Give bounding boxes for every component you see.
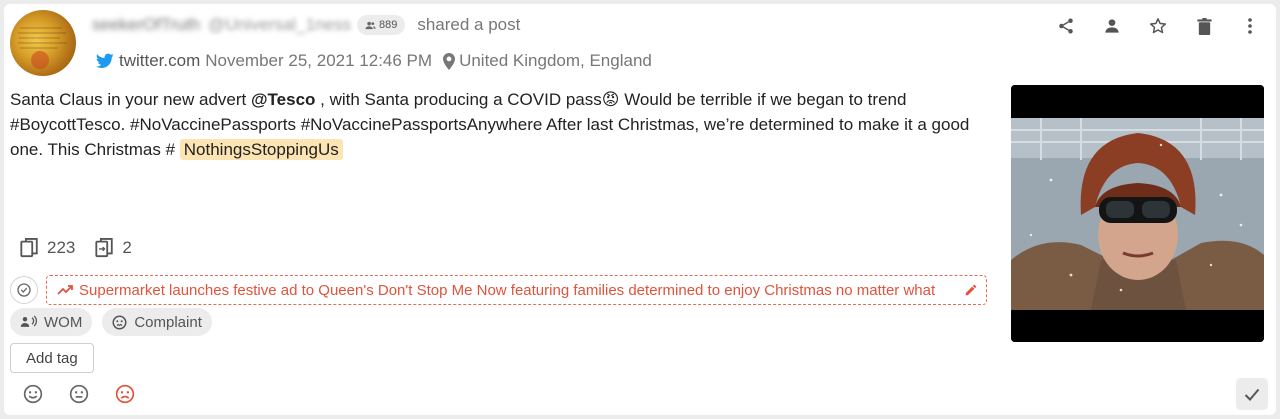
positive-sentiment-icon[interactable]: [23, 384, 43, 404]
followers-badge: 889: [356, 15, 406, 35]
mention-link[interactable]: @Tesco: [251, 90, 315, 109]
more-button[interactable]: [1238, 14, 1262, 38]
storyline-confirm-button[interactable]: [10, 276, 38, 304]
sentiment-selector: [23, 384, 135, 404]
location-text: United Kingdom, England: [459, 51, 652, 70]
post-header: seekerOfTruth @Universal_1ness 889 share…: [92, 14, 520, 36]
edit-icon[interactable]: [964, 283, 978, 297]
mark-done-button[interactable]: [1236, 378, 1268, 410]
neutral-sentiment-icon[interactable]: [69, 384, 89, 404]
more-vertical-icon: [1248, 18, 1252, 34]
storyline-text: Supermarket launches festive ad to Queen…: [79, 281, 936, 299]
tag-chip[interactable]: Complaint: [102, 308, 212, 336]
post-meta: twitter.com November 25, 2021 12:46 PM U…: [96, 50, 652, 72]
post-date: November 25, 2021 12:46 PM: [205, 51, 433, 70]
author-name[interactable]: seekerOfTruth: [92, 15, 200, 35]
twitter-icon: [96, 53, 114, 68]
trend-icon: [57, 285, 73, 295]
storyline-box[interactable]: Supermarket launches festive ad to Queen…: [46, 275, 987, 305]
post-text-part1: Santa Claus in your new advert: [10, 90, 251, 109]
post-card: seekerOfTruth @Universal_1ness 889 share…: [4, 4, 1276, 415]
trash-icon: [1196, 17, 1212, 35]
copies-count: 223: [47, 238, 76, 257]
post-text: Santa Claus in your new advert @Tesco , …: [10, 87, 985, 162]
source-name[interactable]: twitter.com: [119, 51, 200, 71]
person-icon: [1105, 19, 1119, 33]
assign-user-button[interactable]: [1100, 14, 1124, 38]
post-text-part2: , with Santa producing a COVID pass: [315, 90, 602, 109]
location-pin-icon: [443, 52, 456, 70]
tag-chip[interactable]: WOM: [10, 308, 93, 336]
shares-metric: 2: [95, 238, 132, 258]
followers-count: 889: [378, 19, 398, 31]
repost-icon: [95, 238, 114, 258]
storyline-row: Supermarket launches festive ad to Queen…: [10, 275, 987, 305]
post-image[interactable]: [1011, 85, 1264, 342]
followers-icon: [365, 21, 376, 29]
tag-label: Complaint: [134, 313, 202, 331]
share-button[interactable]: [1054, 14, 1078, 38]
tag-label: WOM: [44, 313, 83, 331]
favorite-button[interactable]: [1146, 14, 1170, 38]
delete-button[interactable]: [1192, 14, 1216, 38]
negative-sentiment-icon[interactable]: [115, 384, 135, 404]
copies-metric: 223: [20, 238, 75, 258]
author-handle[interactable]: @Universal_1ness: [208, 15, 351, 35]
check-icon: [1244, 388, 1260, 401]
angry-emoji: 😡: [601, 90, 620, 109]
copy-icon: [20, 238, 38, 258]
share-icon: [1059, 18, 1073, 34]
post-metrics: 223 2: [20, 238, 132, 258]
complaint-icon: [112, 315, 127, 329]
tags-row: WOM Complaint: [10, 308, 212, 336]
add-tag-button[interactable]: Add tag: [10, 343, 94, 373]
shared-text: shared a post: [417, 15, 521, 34]
star-icon: [1149, 18, 1167, 34]
shares-count: 2: [122, 238, 132, 257]
megaphone-icon: [20, 315, 37, 327]
highlighted-hashtag[interactable]: NothingsStoppingUs: [179, 139, 343, 160]
circle-check-icon: [17, 283, 31, 297]
avatar[interactable]: [10, 10, 76, 76]
location: United Kingdom, England: [443, 51, 652, 71]
post-actions: [1054, 14, 1262, 38]
